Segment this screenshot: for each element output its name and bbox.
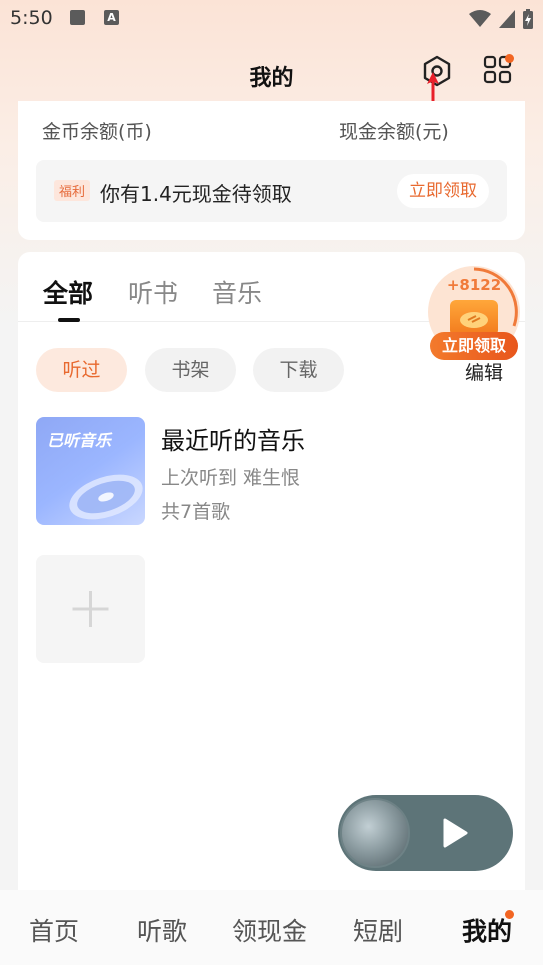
status-bar: 5:50 A <box>0 0 543 38</box>
nav-drama[interactable]: 短剧 <box>353 912 403 948</box>
red-packet-icon <box>450 300 498 336</box>
reward-amount: +8122 <box>446 276 502 294</box>
welfare-banner[interactable]: 福利 你有1.4元现金待领取 立即领取 <box>36 160 507 222</box>
coin-balance-label: 金币余额(币) <box>42 121 152 143</box>
status-time: 5:50 <box>10 7 53 29</box>
nav-notification-dot <box>505 910 514 919</box>
mini-player[interactable] <box>338 795 513 871</box>
page-title: 我的 <box>249 66 294 91</box>
stop-square-icon <box>70 10 85 25</box>
welfare-tag: 福利 <box>54 180 91 201</box>
nav-listen[interactable]: 听歌 <box>137 912 187 948</box>
recent-music-cover: 已听音乐 <box>36 417 145 525</box>
play-icon[interactable] <box>438 817 470 849</box>
tab-audiobook[interactable]: 听书 <box>128 274 178 310</box>
signal-icon <box>499 10 515 28</box>
nav-cash[interactable]: 领现金 <box>232 912 307 948</box>
add-playlist-button[interactable] <box>36 555 145 663</box>
tab-indicator <box>58 318 80 322</box>
recent-music-item[interactable]: 已听音乐 最近听的音乐 上次听到 难生恨 共7首歌 <box>36 417 507 525</box>
filter-heard[interactable]: 听过 <box>36 348 127 392</box>
reward-claim-button[interactable]: 立即领取 <box>430 332 518 360</box>
recent-song-count: 共7首歌 <box>161 501 231 523</box>
reward-widget[interactable]: +8122 立即领取 <box>428 266 520 362</box>
red-arrow-icon <box>427 72 439 102</box>
notification-dot <box>505 54 514 63</box>
a-badge-icon: A <box>104 10 119 25</box>
filter-download[interactable]: 下载 <box>253 348 344 392</box>
claim-cash-button[interactable]: 立即领取 <box>397 174 489 208</box>
recent-last-played: 上次听到 难生恨 <box>161 467 301 489</box>
battery-charging-icon <box>523 9 533 29</box>
recent-music-title: 最近听的音乐 <box>161 427 305 455</box>
plus-icon <box>72 591 109 627</box>
filter-bookshelf[interactable]: 书架 <box>145 348 236 392</box>
welfare-text: 你有1.4元现金待领取 <box>100 182 292 206</box>
wifi-icon <box>469 10 491 27</box>
nav-mine[interactable]: 我的 <box>462 912 512 948</box>
tab-music[interactable]: 音乐 <box>212 274 262 310</box>
balance-card: 金币余额(币) 现金余额(元) 福利 你有1.4元现金待领取 立即领取 <box>18 101 525 240</box>
page-header: 我的 <box>0 50 543 96</box>
tab-all[interactable]: 全部 <box>43 274 93 310</box>
album-art <box>340 798 410 868</box>
edit-button[interactable]: 编辑 <box>465 358 503 385</box>
disc-icon <box>69 474 143 520</box>
cash-balance-label: 现金余额(元) <box>339 121 449 143</box>
nav-home[interactable]: 首页 <box>29 912 79 948</box>
bottom-nav: 首页 听歌 领现金 短剧 我的 <box>0 890 543 965</box>
